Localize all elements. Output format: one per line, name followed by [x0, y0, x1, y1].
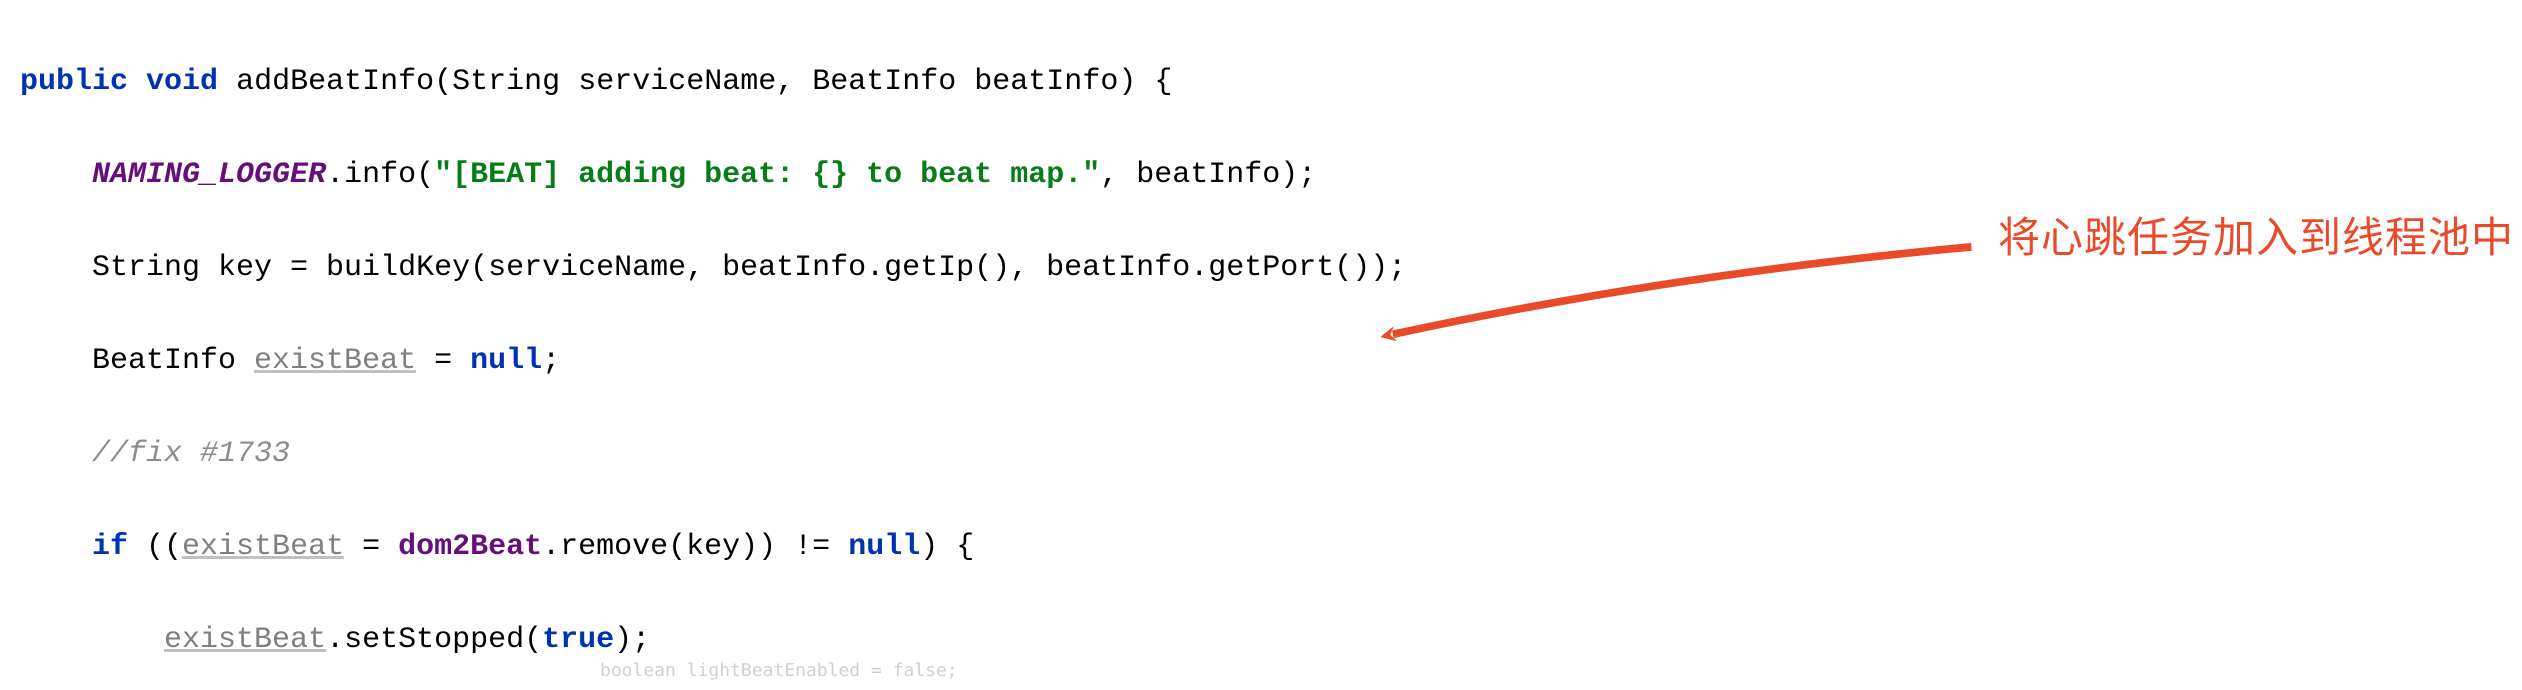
- comment: //fix #1733: [92, 437, 290, 471]
- param-type: String: [452, 65, 560, 99]
- code-line: //fix #1733: [20, 431, 2502, 478]
- keyword-public: public: [20, 65, 128, 99]
- keyword-if: if: [92, 530, 128, 564]
- var-existBeat: existBeat: [164, 623, 326, 657]
- ghost-code: boolean lightBeatEnabled = false;: [600, 657, 958, 685]
- annotation-label: 将心跳任务加入到线程池中: [1998, 205, 2514, 270]
- var-existBeat: existBeat: [254, 344, 416, 378]
- param-type: BeatInfo: [812, 65, 956, 99]
- string-literal: "[BEAT] adding beat: {} to beat map.": [434, 158, 1100, 192]
- keyword-null: null: [470, 344, 542, 378]
- keyword-null: null: [848, 530, 920, 564]
- var-existBeat: existBeat: [182, 530, 344, 564]
- code-line: NAMING_LOGGER.info("[BEAT] adding beat: …: [20, 152, 2502, 199]
- param-name: beatInfo: [974, 65, 1118, 99]
- param-name: serviceName: [578, 65, 776, 99]
- code-line: existBeat.setStopped(true);: [20, 617, 2502, 664]
- code-block: public void addBeatInfo(String serviceNa…: [0, 0, 2522, 690]
- field-dom2Beat: dom2Beat: [398, 530, 542, 564]
- code-line: public void addBeatInfo(String serviceNa…: [20, 59, 2502, 106]
- code-line: if ((existBeat = dom2Beat.remove(key)) !…: [20, 524, 2502, 571]
- keyword-true: true: [542, 623, 614, 657]
- method-name: addBeatInfo: [236, 65, 434, 99]
- logger-field: NAMING_LOGGER: [92, 158, 326, 192]
- keyword-void: void: [146, 65, 218, 99]
- code-line: BeatInfo existBeat = null;: [20, 338, 2502, 385]
